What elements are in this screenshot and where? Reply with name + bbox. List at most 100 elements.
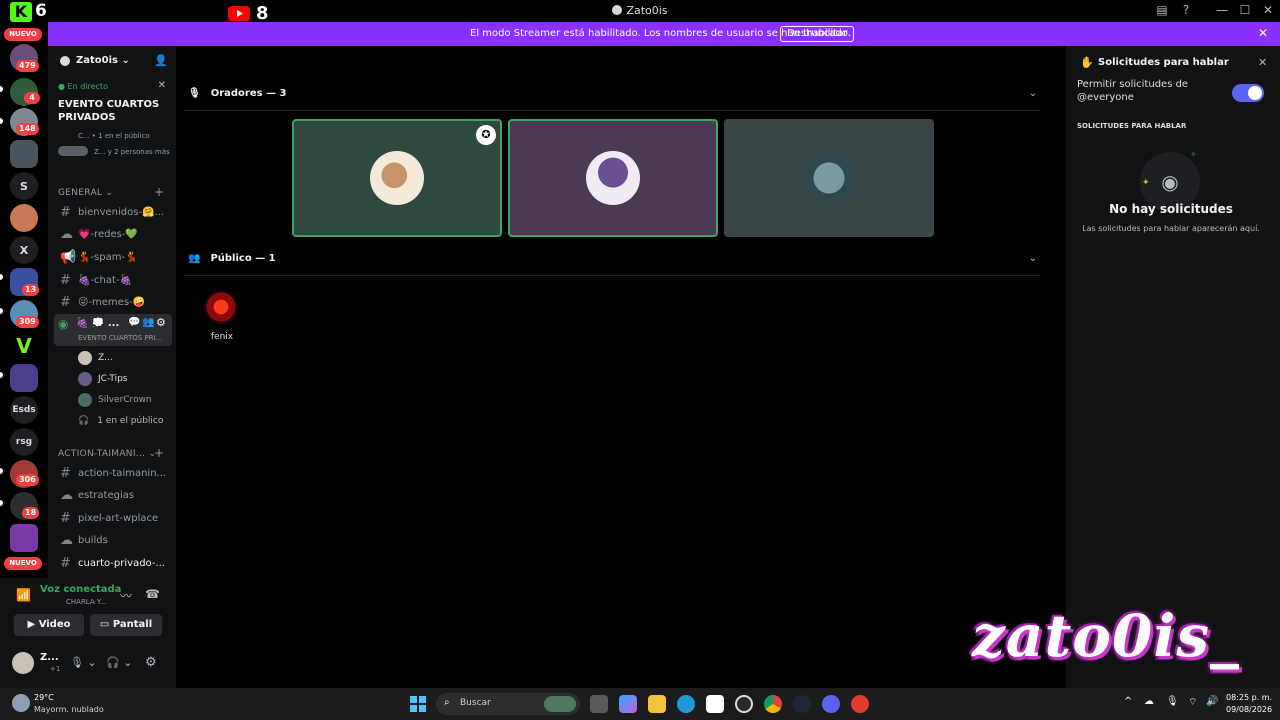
steam-icon[interactable] (793, 695, 811, 713)
avatar[interactable] (12, 652, 34, 674)
voice-status[interactable]: Voz conectada (40, 584, 121, 595)
stage-channel[interactable]: ◉ 🍇 💭 ... 💬 👥 ⚙ EVENTO CUARTOS PRI... (54, 314, 172, 346)
server-name[interactable]: Zato0is ⌄ (76, 55, 130, 66)
stage-audience-text: 1 en el público (97, 416, 164, 426)
wifi-icon[interactable]: ⌔ (1188, 696, 1197, 709)
close-icon[interactable]: ✕ (1258, 26, 1268, 40)
audience-header[interactable]: 👥 Público — 1 (188, 253, 276, 264)
speakers-header-text: Oradores — 3 (210, 88, 287, 99)
live-event-card[interactable]: ● En directo ✕ EVENTO CUARTOS PRIVADOS C… (54, 78, 170, 164)
channel-spam[interactable]: 📢 💃-spam-💃 (54, 247, 172, 267)
inbox-icon[interactable]: ▤ (1152, 3, 1172, 17)
chevron-down-icon[interactable]: ⌄ (1029, 88, 1037, 99)
taskbar-search[interactable]: ⌕ Buscar (436, 693, 580, 715)
audience-member[interactable]: fenix (204, 290, 240, 342)
server-letter-esds[interactable]: Esds (10, 396, 38, 424)
obs-icon[interactable] (735, 695, 753, 713)
invite-icon[interactable]: 👤 (154, 54, 168, 67)
store-icon[interactable] (706, 695, 724, 713)
disable-streamer-button[interactable]: Deshabilitar (780, 26, 855, 42)
server-letter-s[interactable]: S (10, 172, 38, 200)
category-action[interactable]: ACTION-TAIMANI... ⌄ (58, 449, 156, 459)
server-icon[interactable] (10, 364, 38, 392)
allow-requests-toggle[interactable] (1232, 84, 1264, 102)
channel-action-taimanin[interactable]: # action-taimanin... (54, 463, 172, 483)
avatar (802, 151, 856, 205)
event-title: EVENTO CUARTOS PRIVADOS (58, 99, 160, 123)
channel-estrategias[interactable]: ☁ estrategias (54, 485, 172, 505)
channel-cuarto-privado[interactable]: # cuarto-privado-... (54, 553, 172, 573)
server-letter-x[interactable]: X (10, 236, 38, 264)
video-button[interactable]: ▶ Video (14, 614, 84, 636)
chevron-down-icon[interactable]: ⌄ (1029, 253, 1037, 264)
channel-redes[interactable]: ☁ 💗-redes-💚 (54, 224, 172, 244)
moderator-icon: ✪ (476, 125, 496, 145)
gear-icon[interactable]: ⚙ (145, 655, 157, 670)
microphone-icon[interactable]: 🎙 ⌄ (70, 656, 97, 669)
add-channel-icon[interactable]: + (154, 446, 164, 460)
close-icon[interactable]: ✕ (158, 80, 166, 91)
hash-icon: # (60, 272, 71, 288)
task-view-icon[interactable] (590, 695, 608, 713)
speakers-header[interactable]: 🎙 Oradores — 3 (188, 88, 287, 99)
stage-user[interactable]: Z... (78, 349, 113, 367)
gear-icon[interactable]: ⚙ (156, 316, 166, 329)
minimize-button[interactable]: — (1212, 3, 1232, 17)
people-icon: 👥 (188, 253, 201, 264)
streamer-logo-text: zato0is_ (971, 602, 1241, 670)
close-window-button[interactable]: ✕ (1258, 3, 1278, 17)
server-icon[interactable] (10, 204, 38, 232)
weather-desc[interactable]: Mayorm. nublado (34, 705, 104, 714)
disconnect-icon[interactable]: ☎ (145, 587, 160, 601)
channel-chat[interactable]: # 🍇-chat-🍇 (54, 270, 172, 290)
server-letter-rsg[interactable]: rsg (10, 428, 38, 456)
stage-user[interactable]: SilverCrown (78, 391, 152, 409)
maximize-button[interactable]: ☐ (1235, 3, 1255, 17)
speaker-tile[interactable]: ✪ (292, 119, 502, 237)
weather-temp[interactable]: 29°C (34, 693, 54, 702)
avatar (78, 351, 92, 365)
speaker-tile[interactable] (508, 119, 718, 237)
discord-window: K 6 8 Zato0is ▤ ? — ☐ ✕ El modo Streamer… (0, 0, 1280, 720)
channel-pixel-art[interactable]: # pixel-art-wplace (54, 508, 172, 528)
voice-channel[interactable]: CHARLA Y... (66, 598, 106, 606)
screen-share-button[interactable]: ▭ Pantall (90, 614, 162, 636)
category-general[interactable]: GENERAL ⌄ (58, 188, 113, 198)
edge-icon[interactable] (677, 695, 695, 713)
server-icon-v[interactable]: V (10, 332, 38, 360)
discord-icon[interactable] (822, 695, 840, 713)
channel-bienvenidos[interactable]: # bienvenidos-🤗... (54, 202, 172, 222)
screen-icon: ▭ (99, 619, 110, 630)
close-icon[interactable]: ✕ (1258, 56, 1267, 69)
headphones-icon[interactable]: 🎧 ⌄ (106, 656, 132, 669)
tray-icon[interactable]: 🎙 (1166, 696, 1179, 707)
channel-memes[interactable]: # 😜-memes-🤪 (54, 292, 172, 312)
clock-date[interactable]: 09/08/2026 (1226, 705, 1272, 714)
server-icon[interactable] (10, 524, 38, 552)
empty-title: No hay solicitudes (1109, 202, 1233, 216)
file-explorer-icon[interactable] (648, 695, 666, 713)
weather-icon[interactable] (12, 694, 30, 712)
help-icon[interactable]: ? (1176, 3, 1196, 17)
megaphone-icon: 📢 (60, 249, 77, 265)
chat-icon[interactable]: 💬 (128, 317, 140, 328)
stage-user-name: Z... (98, 353, 113, 363)
copilot-icon[interactable] (619, 695, 637, 713)
app-icon[interactable] (851, 695, 869, 713)
channel-builds[interactable]: ☁ builds (54, 530, 172, 550)
user-name[interactable]: Z... (40, 652, 59, 663)
windows-start-icon[interactable] (410, 696, 426, 712)
clock-time[interactable]: 08:25 p. m. (1226, 693, 1272, 702)
add-user-icon[interactable]: 👥 (142, 317, 154, 328)
chrome-icon[interactable] (764, 695, 782, 713)
speaker-tile[interactable] (724, 119, 934, 237)
volume-icon[interactable]: 🔊 (1206, 696, 1218, 707)
user-sub: +1 (50, 665, 61, 673)
voice-signal-icon: 📶 (16, 588, 31, 602)
add-channel-icon[interactable]: + (154, 185, 164, 199)
server-icon[interactable] (10, 140, 38, 168)
stage-user[interactable]: JC-Tips (78, 370, 127, 388)
noise-suppression-icon[interactable]: 〰 (120, 587, 132, 604)
chevron-up-icon[interactable]: ^ (1124, 696, 1132, 707)
tray-icon[interactable]: ☁ (1144, 696, 1154, 707)
